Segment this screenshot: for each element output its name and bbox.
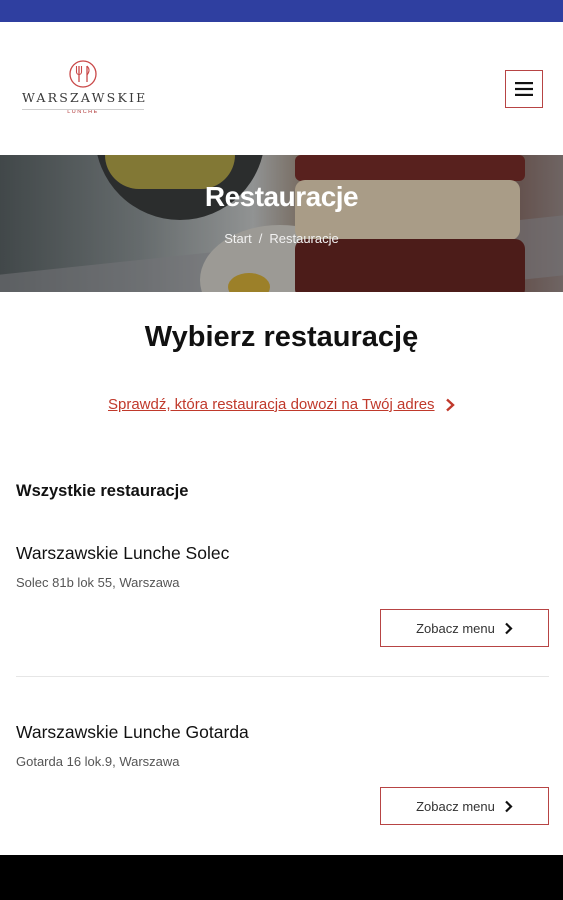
page-title: Restauracje bbox=[204, 181, 359, 212]
breadcrumb-item-current: Restauracje bbox=[269, 231, 339, 246]
all-restaurants-heading: Wszystkie restauracje bbox=[16, 482, 189, 500]
fork-circle-icon bbox=[69, 60, 97, 88]
chevron-right-icon bbox=[505, 800, 513, 812]
hero-overlay bbox=[0, 155, 563, 292]
chevron-right-icon bbox=[505, 622, 513, 634]
section-title: Wybierz restaurację bbox=[144, 321, 419, 353]
logo-text: WARSZAWSKIE bbox=[22, 90, 148, 105]
view-menu-label: Zobacz menu bbox=[416, 620, 495, 636]
breadcrumb: Start / Restauracje bbox=[0, 231, 563, 246]
system-navigation-bar bbox=[0, 855, 563, 900]
menu-button[interactable] bbox=[505, 70, 543, 108]
delivery-check-link-text: Sprawdź, która restauracja dowozi na Twó… bbox=[107, 396, 435, 413]
restaurant-address: Gotarda 16 lok.9, Warszawa bbox=[16, 754, 180, 769]
view-menu-label: Zobacz menu bbox=[416, 798, 495, 814]
delivery-check-link[interactable]: Sprawdź, która restauracja dowozi na Twó… bbox=[0, 396, 563, 414]
logo-divider bbox=[22, 109, 144, 110]
chevron-right-icon bbox=[446, 398, 455, 412]
restaurant-name: Warszawskie Lunche Gotarda bbox=[16, 722, 249, 742]
restaurant-address: Solec 81b lok 55, Warszawa bbox=[16, 575, 180, 590]
hamburger-icon bbox=[515, 82, 533, 96]
view-menu-button[interactable]: Zobacz menu bbox=[380, 609, 549, 647]
status-bar bbox=[0, 0, 563, 22]
hero-banner: Restauracje Start / Restauracje bbox=[0, 155, 563, 292]
breadcrumb-item-start[interactable]: Start bbox=[224, 231, 251, 246]
breadcrumb-separator: / bbox=[258, 231, 263, 246]
divider bbox=[16, 676, 549, 677]
logo[interactable]: WARSZAWSKIE LUNCHE bbox=[22, 59, 148, 119]
view-menu-button[interactable]: Zobacz menu bbox=[380, 787, 549, 825]
restaurant-name: Warszawskie Lunche Solec bbox=[16, 543, 230, 563]
site-header: WARSZAWSKIE LUNCHE bbox=[0, 22, 563, 155]
